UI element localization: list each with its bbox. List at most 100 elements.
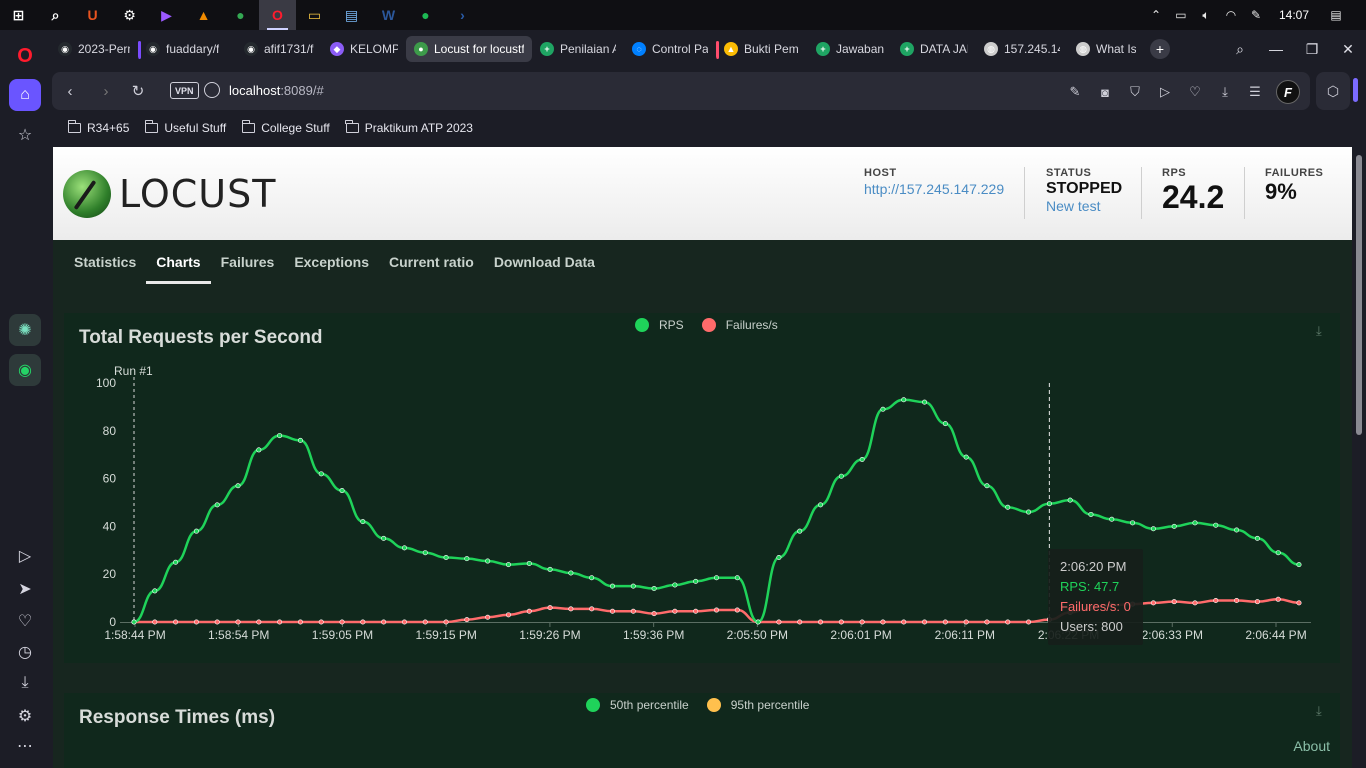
heart-icon[interactable]: ♡: [9, 605, 41, 637]
data-point[interactable]: [277, 433, 283, 439]
taskbar-app-green-icon[interactable]: ●: [407, 0, 444, 30]
data-point[interactable]: [235, 483, 241, 489]
data-point[interactable]: [464, 556, 470, 562]
close-window-button[interactable]: ✕: [1330, 41, 1366, 58]
data-point[interactable]: [485, 558, 491, 564]
data-point[interactable]: [443, 619, 449, 625]
data-point[interactable]: [1213, 597, 1219, 603]
data-point[interactable]: [755, 619, 761, 625]
data-point[interactable]: [1213, 522, 1219, 528]
data-point[interactable]: [1275, 596, 1281, 602]
data-point[interactable]: [693, 608, 699, 614]
browser-tab[interactable]: ◉ afif1731/fp: [236, 36, 322, 62]
more-icon[interactable]: ⋯: [9, 730, 41, 762]
whatsapp-icon[interactable]: ◉: [9, 354, 41, 386]
shield-icon[interactable]: ⛉: [1126, 83, 1144, 101]
new-test-link[interactable]: New test: [1046, 198, 1122, 214]
data-point[interactable]: [485, 614, 491, 620]
host-link[interactable]: http://157.245.147.229: [864, 181, 1004, 197]
data-point[interactable]: [672, 608, 678, 614]
data-point[interactable]: [1171, 599, 1177, 605]
data-point[interactable]: [963, 619, 969, 625]
data-point[interactable]: [713, 607, 719, 613]
data-point[interactable]: [901, 397, 907, 403]
data-point[interactable]: [339, 619, 345, 625]
data-point[interactable]: [256, 447, 262, 453]
battery-icon[interactable]: ▭: [1173, 8, 1189, 22]
data-point[interactable]: [672, 582, 678, 588]
play-icon[interactable]: ▷: [1156, 83, 1174, 101]
data-point[interactable]: [131, 619, 137, 625]
browser-tab[interactable]: ◌ Control Pa: [624, 36, 716, 62]
taskbar-search-icon[interactable]: ⌕: [37, 0, 74, 30]
data-point[interactable]: [152, 619, 158, 625]
reload-button[interactable]: ↻: [128, 81, 148, 101]
data-point[interactable]: [693, 578, 699, 584]
data-point[interactable]: [173, 619, 179, 625]
bookmark-folder[interactable]: Useful Stuff: [144, 120, 226, 135]
data-point[interactable]: [214, 502, 220, 508]
data-point[interactable]: [193, 528, 199, 534]
camera-icon[interactable]: ◙: [1096, 83, 1114, 101]
pen-icon[interactable]: ✎: [1248, 8, 1264, 22]
browser-tab[interactable]: + Penilaian A: [532, 36, 624, 62]
data-point[interactable]: [1109, 516, 1115, 522]
data-point[interactable]: [360, 519, 366, 525]
data-point[interactable]: [1296, 562, 1302, 568]
data-point[interactable]: [526, 560, 532, 566]
forward-button[interactable]: ›: [96, 81, 116, 101]
data-point[interactable]: [547, 566, 553, 572]
notifications-icon[interactable]: ▤: [1328, 8, 1344, 22]
data-point[interactable]: [318, 471, 324, 477]
data-point[interactable]: [984, 483, 990, 489]
browser-tab[interactable]: ◍ 157.245.14: [976, 36, 1068, 62]
star-icon[interactable]: ☆: [9, 119, 41, 151]
browser-tab[interactable]: ◍ What Is M: [1068, 36, 1144, 62]
data-point[interactable]: [1088, 511, 1094, 517]
tab-current-ratio[interactable]: Current ratio: [379, 240, 484, 284]
player-icon[interactable]: ▷: [9, 540, 41, 572]
data-point[interactable]: [880, 619, 886, 625]
data-point[interactable]: [901, 619, 907, 625]
minimize-button[interactable]: —: [1258, 41, 1294, 57]
volume-icon[interactable]: 🔈︎: [1198, 8, 1214, 22]
data-point[interactable]: [568, 570, 574, 576]
data-point[interactable]: [193, 619, 199, 625]
data-point[interactable]: [1192, 600, 1198, 606]
bookmark-folder[interactable]: R34+65: [67, 120, 129, 135]
data-point[interactable]: [734, 607, 740, 613]
data-point[interactable]: [401, 545, 407, 551]
data-point[interactable]: [297, 619, 303, 625]
gear-icon[interactable]: ⚙: [9, 700, 41, 732]
profile-avatar[interactable]: F: [1276, 80, 1300, 104]
download-icon[interactable]: ⤓: [9, 667, 41, 699]
tab-failures[interactable]: Failures: [211, 240, 285, 284]
taskbar-clock[interactable]: 14:07: [1279, 8, 1309, 22]
browser-tab[interactable]: ◉ 2023-Perm: [50, 36, 138, 62]
edit-icon[interactable]: ✎: [1066, 83, 1084, 101]
data-point[interactable]: [880, 406, 886, 412]
data-point[interactable]: [318, 619, 324, 625]
data-point[interactable]: [1005, 619, 1011, 625]
tab-download-data[interactable]: Download Data: [484, 240, 605, 284]
data-point[interactable]: [922, 619, 928, 625]
browser-tab[interactable]: + DATA JAH: [892, 36, 976, 62]
taskbar-notepad-icon[interactable]: ▤: [333, 0, 370, 30]
data-point[interactable]: [776, 619, 782, 625]
tab-exceptions[interactable]: Exceptions: [284, 240, 379, 284]
easy-setup-icon[interactable]: ☰: [1246, 83, 1264, 101]
data-point[interactable]: [1254, 599, 1260, 605]
data-point[interactable]: [1130, 520, 1136, 526]
data-point[interactable]: [818, 619, 824, 625]
taskbar-ubuntu-icon[interactable]: U: [74, 0, 111, 30]
data-point[interactable]: [1150, 600, 1156, 606]
data-point[interactable]: [235, 619, 241, 625]
data-point[interactable]: [443, 554, 449, 560]
data-point[interactable]: [1046, 501, 1052, 507]
taskbar-media-player-icon[interactable]: ▶: [148, 0, 185, 30]
data-point[interactable]: [651, 611, 657, 617]
tab-charts[interactable]: Charts: [146, 240, 211, 284]
taskbar-file-explorer-icon[interactable]: ▭: [296, 0, 333, 30]
opera-logo-icon[interactable]: O: [9, 40, 41, 72]
about-link[interactable]: About: [1293, 738, 1330, 754]
